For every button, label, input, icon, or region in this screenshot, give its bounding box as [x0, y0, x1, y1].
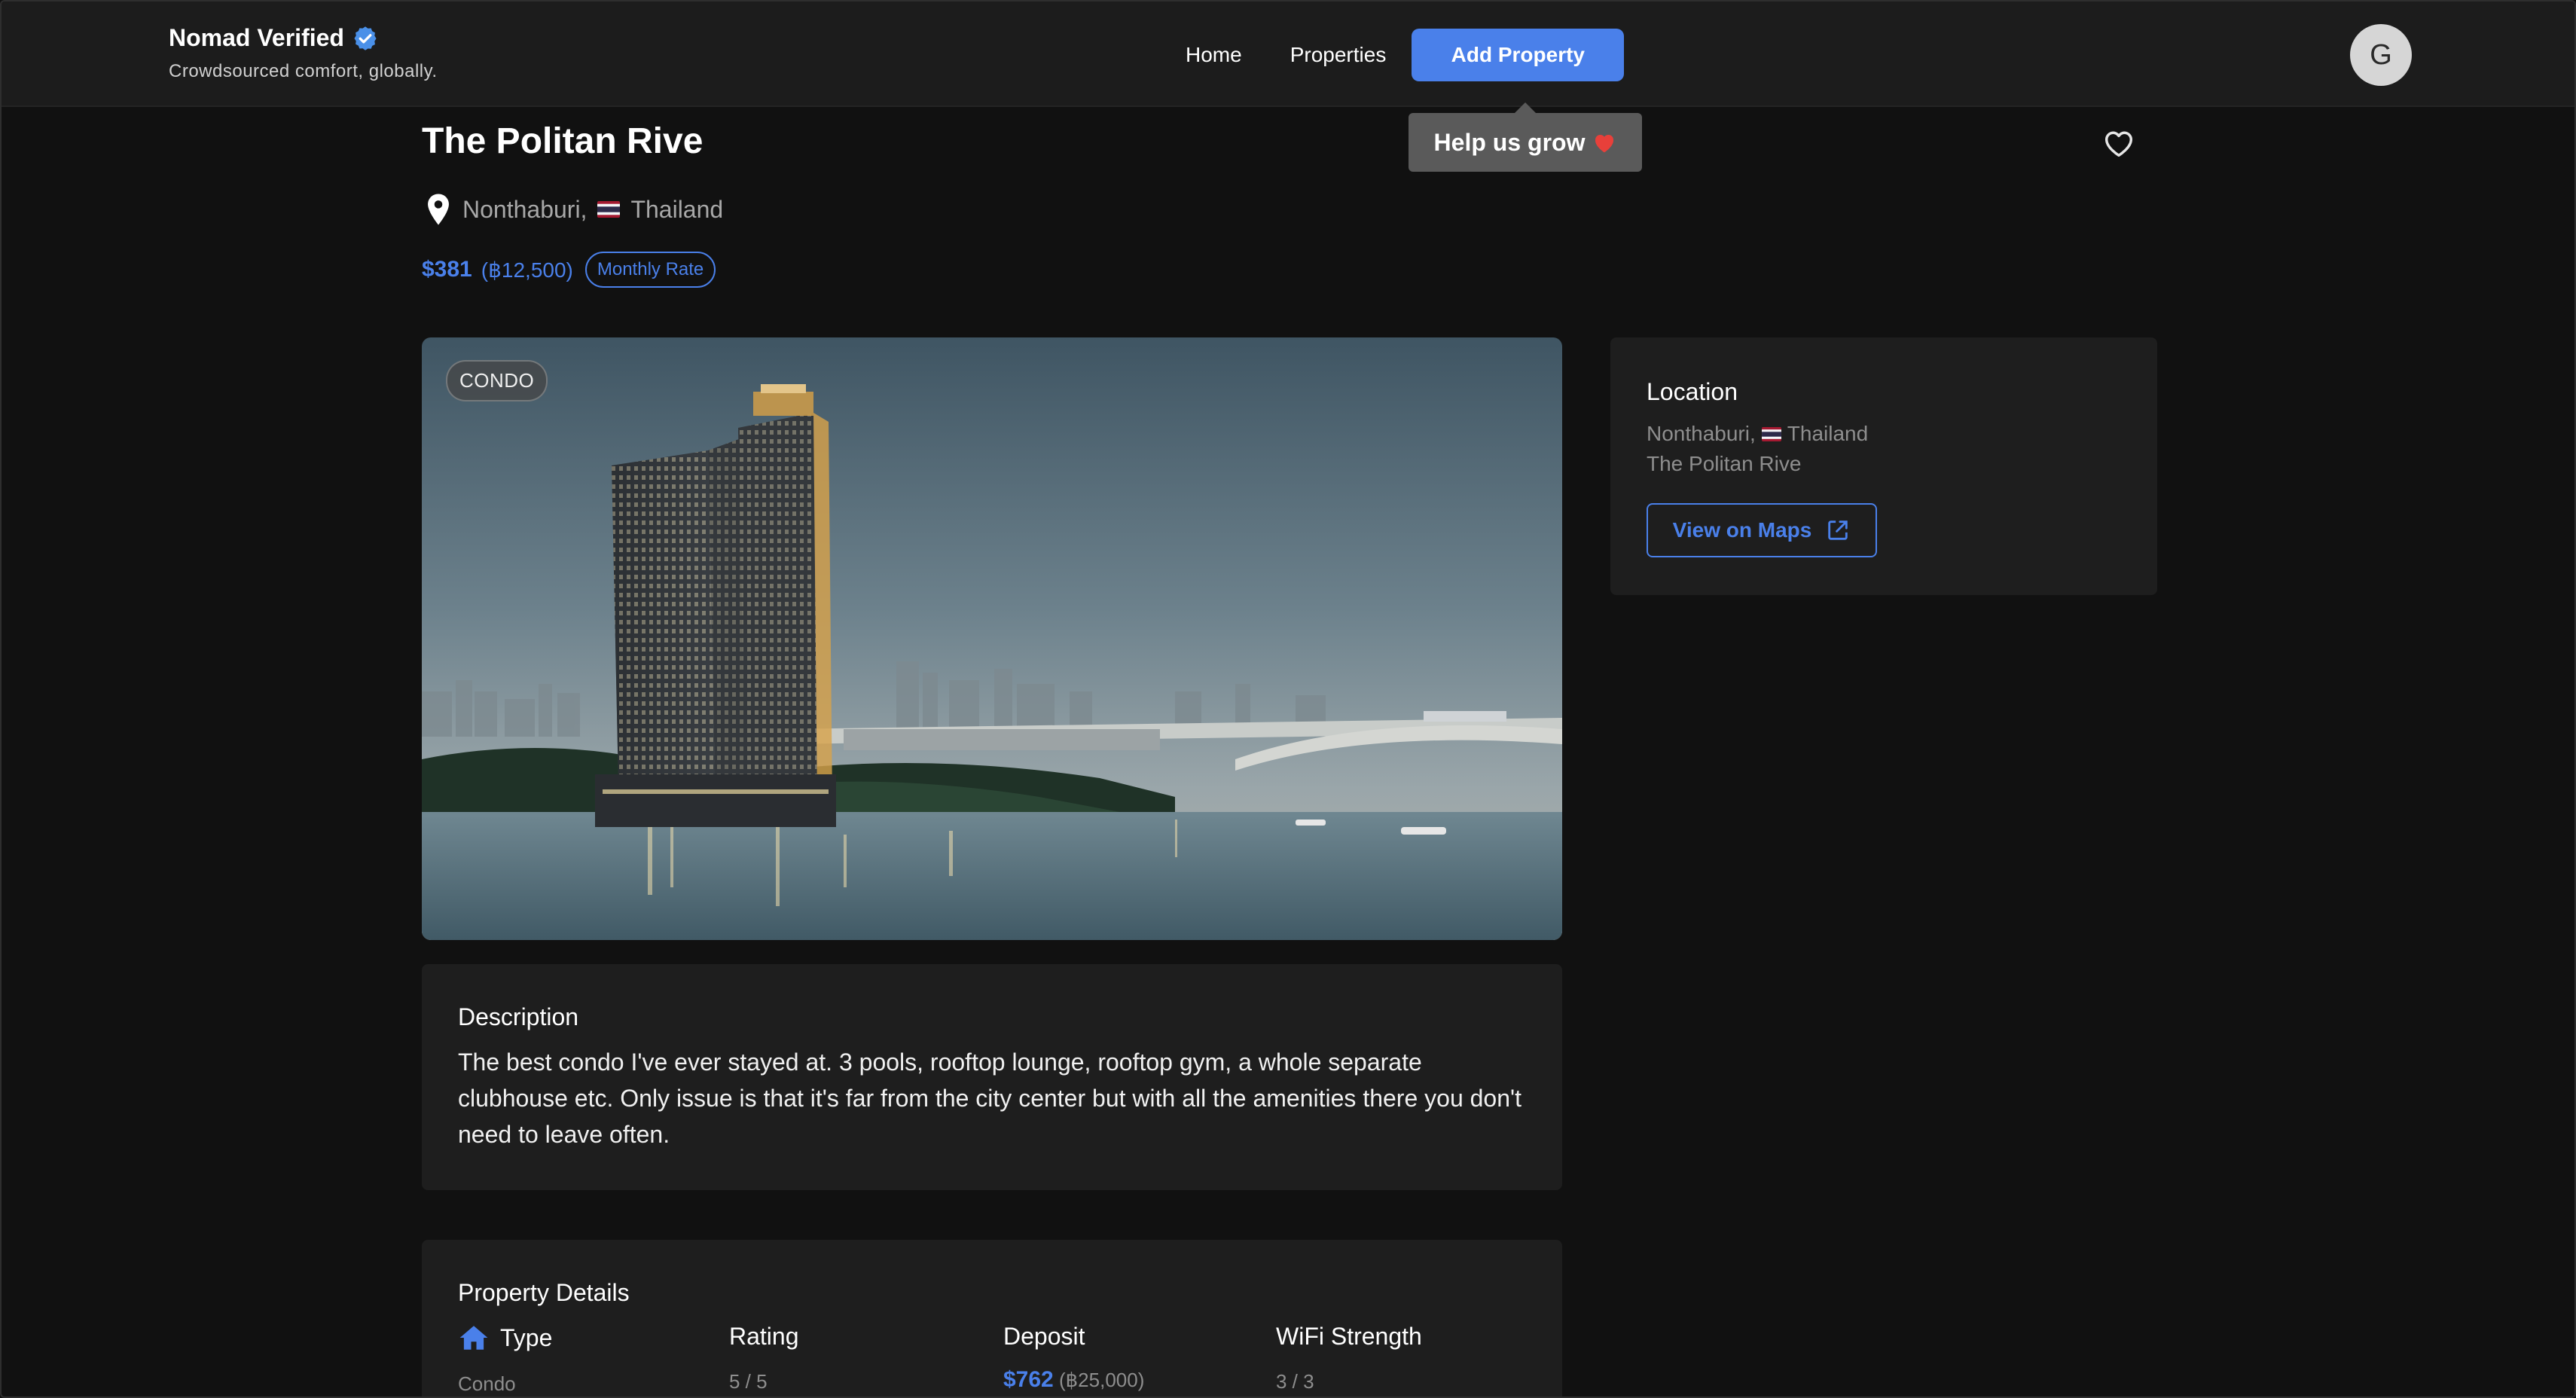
location-heading: Location [1647, 378, 1738, 405]
nav-properties-link[interactable]: Properties [1290, 31, 1387, 79]
property-type-badge: CONDO [446, 360, 548, 401]
description-card: Description The best condo I've ever sta… [422, 964, 1562, 1190]
deposit-usd: $762 [1003, 1367, 1054, 1392]
help-tooltip: Help us grow [1409, 102, 1642, 172]
location-place: Nonthaburi, Thailand [1647, 422, 1868, 446]
red-heart-icon [1595, 134, 1614, 153]
app-window: Nomad Verified Crowdsourced comfort, glo… [0, 0, 2576, 1398]
price-line: $381 (฿12,500) Monthly Rate [422, 252, 716, 288]
description-text: The best condo I've ever stayed at. 3 po… [458, 1048, 1522, 1148]
home-icon [459, 1326, 488, 1350]
deposit-label: Deposit [1003, 1323, 1085, 1350]
property-details-card: Property Details Type Condo Rating 5 / 5… [422, 1240, 1562, 1396]
verified-badge-icon [354, 26, 377, 50]
tooltip-text: Help us grow [1433, 128, 1586, 156]
detail-type: Type Condo [458, 1323, 552, 1396]
wifi-value: 3 / 3 [1276, 1370, 1314, 1393]
thailand-flag-icon [597, 201, 621, 218]
location-city: Nonthaburi, [462, 195, 588, 223]
detail-wifi: WiFi Strength 3 / 3 [1276, 1323, 1422, 1393]
main-nav: Home Properties Add Property [1186, 29, 1625, 81]
type-label: Type [500, 1323, 553, 1351]
brand-tagline: Crowdsourced comfort, globally. [169, 61, 438, 81]
detail-deposit: Deposit $762 (฿25,000) [1003, 1323, 1144, 1393]
description-heading: Description [458, 1003, 579, 1030]
location-card-country: Thailand [1787, 422, 1869, 445]
brand-name: Nomad Verified [169, 24, 344, 51]
details-heading: Property Details [458, 1279, 630, 1306]
property-location: Nonthaburi, Thailand [425, 193, 723, 226]
deposit-local: (฿25,000) [1058, 1369, 1145, 1391]
view-on-maps-button[interactable]: View on Maps [1647, 503, 1877, 557]
location-building: The Politan Rive [1647, 452, 1802, 475]
nav-home-link[interactable]: Home [1186, 31, 1242, 79]
property-title: The Politan Rive [422, 121, 704, 161]
user-avatar[interactable]: G [2350, 24, 2412, 86]
type-value: Condo [458, 1372, 516, 1395]
brand[interactable]: Nomad Verified Crowdsourced comfort, glo… [169, 24, 438, 82]
rating-value: 5 / 5 [729, 1370, 768, 1393]
location-country: Thailand [630, 195, 724, 223]
location-card-city: Nonthaburi, [1647, 422, 1756, 445]
top-navbar: Nomad Verified Crowdsourced comfort, glo… [2, 2, 2574, 107]
property-photo[interactable]: CONDO [422, 337, 1562, 940]
condo-photo-illustration [422, 337, 1562, 940]
rating-label: Rating [729, 1323, 799, 1350]
view-on-maps-label: View on Maps [1672, 518, 1812, 542]
price-local: (฿12,500) [481, 258, 573, 282]
wifi-label: WiFi Strength [1276, 1323, 1422, 1350]
map-pin-icon [428, 194, 449, 225]
add-property-button[interactable]: Add Property [1412, 29, 1625, 81]
detail-rating: Rating 5 / 5 [729, 1323, 799, 1393]
favorite-heart-icon[interactable] [2101, 127, 2136, 160]
location-card: Location Nonthaburi, Thailand The Polita… [1610, 337, 2157, 595]
external-link-icon [1828, 520, 1848, 540]
thailand-flag-icon [1761, 426, 1781, 441]
price-usd: $381 [422, 257, 472, 282]
rate-badge: Monthly Rate [584, 252, 716, 288]
